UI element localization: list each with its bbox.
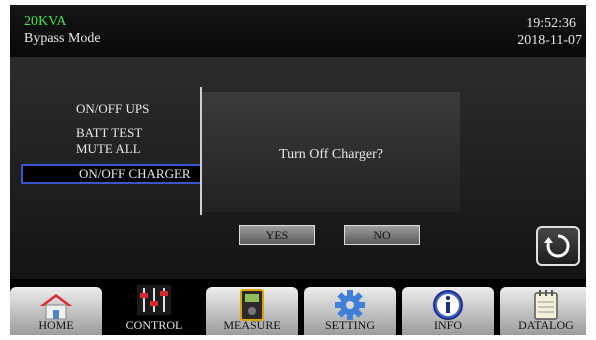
- tab-info[interactable]: INFO: [402, 283, 494, 335]
- info-icon: [433, 290, 463, 320]
- tab-label: DATALOG: [518, 318, 574, 332]
- operating-mode: Bypass Mode: [24, 31, 101, 46]
- confirm-message: Turn Off Charger?: [279, 147, 383, 162]
- menu-item-mute-all[interactable]: MUTE ALL: [76, 142, 141, 156]
- tab-label: HOME: [38, 318, 74, 332]
- no-button[interactable]: NO: [344, 225, 420, 245]
- tab-control[interactable]: CONTROL: [108, 283, 200, 335]
- notebook-icon: [534, 290, 558, 320]
- meter-icon: [240, 289, 264, 321]
- menu-item-onoff-ups[interactable]: ON/OFF UPS: [76, 102, 149, 116]
- tab-measure[interactable]: MEASURE: [206, 283, 298, 335]
- clock-date: 2018-11-07: [517, 33, 582, 48]
- tab-home[interactable]: HOME: [10, 283, 102, 335]
- tab-label: MEASURE: [223, 318, 281, 332]
- menu-item-onoff-charger[interactable]: ON/OFF CHARGER: [21, 164, 203, 184]
- sliders-icon: [137, 285, 171, 315]
- gear-icon: [335, 290, 365, 320]
- model-rating: 20KVA: [24, 14, 67, 29]
- tab-setting[interactable]: SETTING: [304, 283, 396, 335]
- refresh-icon: [544, 234, 570, 258]
- yes-button[interactable]: YES: [239, 225, 315, 245]
- tab-datalog[interactable]: DATALOG: [500, 283, 586, 335]
- menu-item-batt-test[interactable]: BATT TEST: [76, 126, 142, 140]
- control-panel: ON/OFF UPS BATT TEST MUTE ALL ON/OFF CHA…: [10, 59, 586, 279]
- back-button[interactable]: [536, 226, 580, 266]
- ups-display: 20KVA Bypass Mode 19:52:36 2018-11-07 ON…: [10, 5, 586, 335]
- clock-time: 19:52:36: [526, 16, 576, 31]
- home-icon: [40, 294, 72, 320]
- status-header: 20KVA Bypass Mode 19:52:36 2018-11-07: [10, 5, 586, 59]
- tab-label: SETTING: [325, 318, 375, 332]
- bottom-nav: HOME CONTROL MEASURE SETTING INFO DATALO…: [10, 279, 586, 335]
- tab-label: INFO: [433, 318, 462, 332]
- confirm-dialog: Turn Off Charger?: [202, 92, 460, 212]
- tab-label: CONTROL: [125, 318, 183, 332]
